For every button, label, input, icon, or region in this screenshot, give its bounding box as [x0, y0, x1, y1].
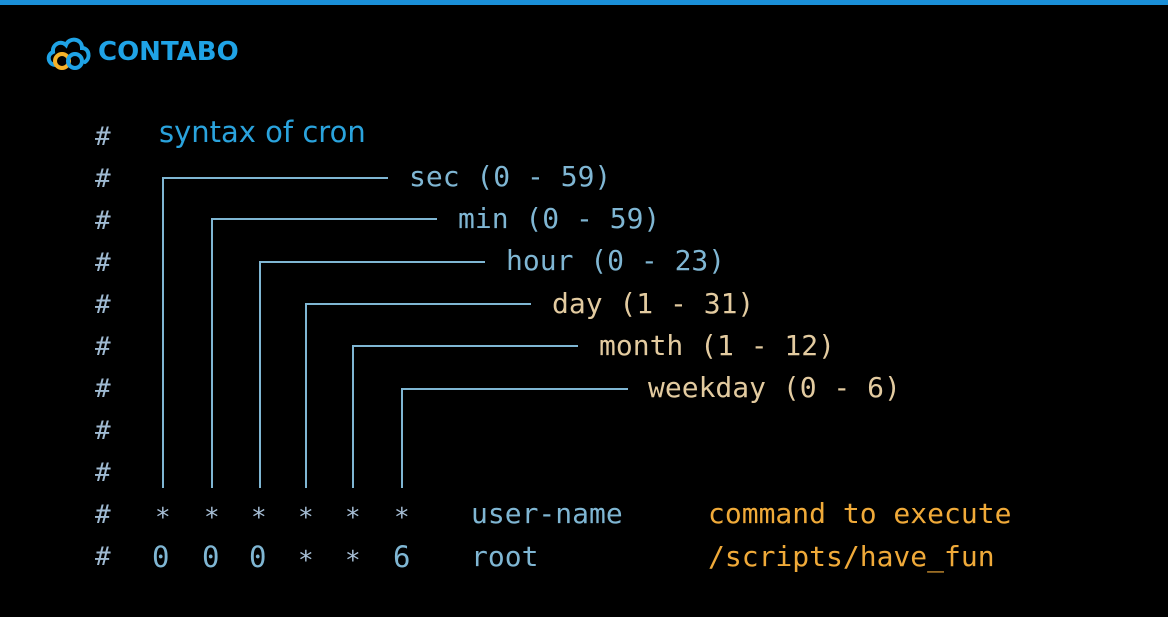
asterisk-sec: *: [155, 503, 171, 533]
user-column-header: user-name: [471, 497, 623, 530]
connector-day: [305, 303, 531, 488]
field-label-min: min (0 - 59): [458, 202, 661, 235]
command-column-header: command to execute: [708, 497, 1012, 530]
connector-month: [352, 345, 578, 488]
connector-sec: [162, 177, 388, 488]
example-value-month: *: [345, 546, 361, 576]
example-value-sec: 0: [152, 540, 170, 574]
field-label-weekday: weekday (0 - 6): [648, 371, 901, 404]
connector-min: [211, 218, 437, 488]
asterisk-hour: *: [251, 503, 267, 533]
field-label-day: day (1 - 31): [552, 287, 755, 320]
example-value-day: *: [298, 546, 314, 576]
example-value-min: 0: [202, 540, 220, 574]
field-label-sec: sec (0 - 59): [409, 160, 612, 193]
asterisk-month: *: [345, 503, 361, 533]
asterisk-weekday: *: [394, 503, 410, 533]
asterisk-min: *: [204, 503, 220, 533]
example-value-hour: 0: [249, 540, 267, 574]
connector-weekday: [401, 388, 628, 488]
example-command: /scripts/have_fun: [708, 540, 995, 573]
example-user: root: [471, 540, 539, 573]
connector-hour: [259, 261, 485, 488]
example-value-weekday: 6: [393, 540, 411, 574]
field-label-month: month (1 - 12): [599, 329, 836, 362]
field-label-hour: hour (0 - 23): [506, 244, 726, 277]
asterisk-day: *: [298, 503, 314, 533]
